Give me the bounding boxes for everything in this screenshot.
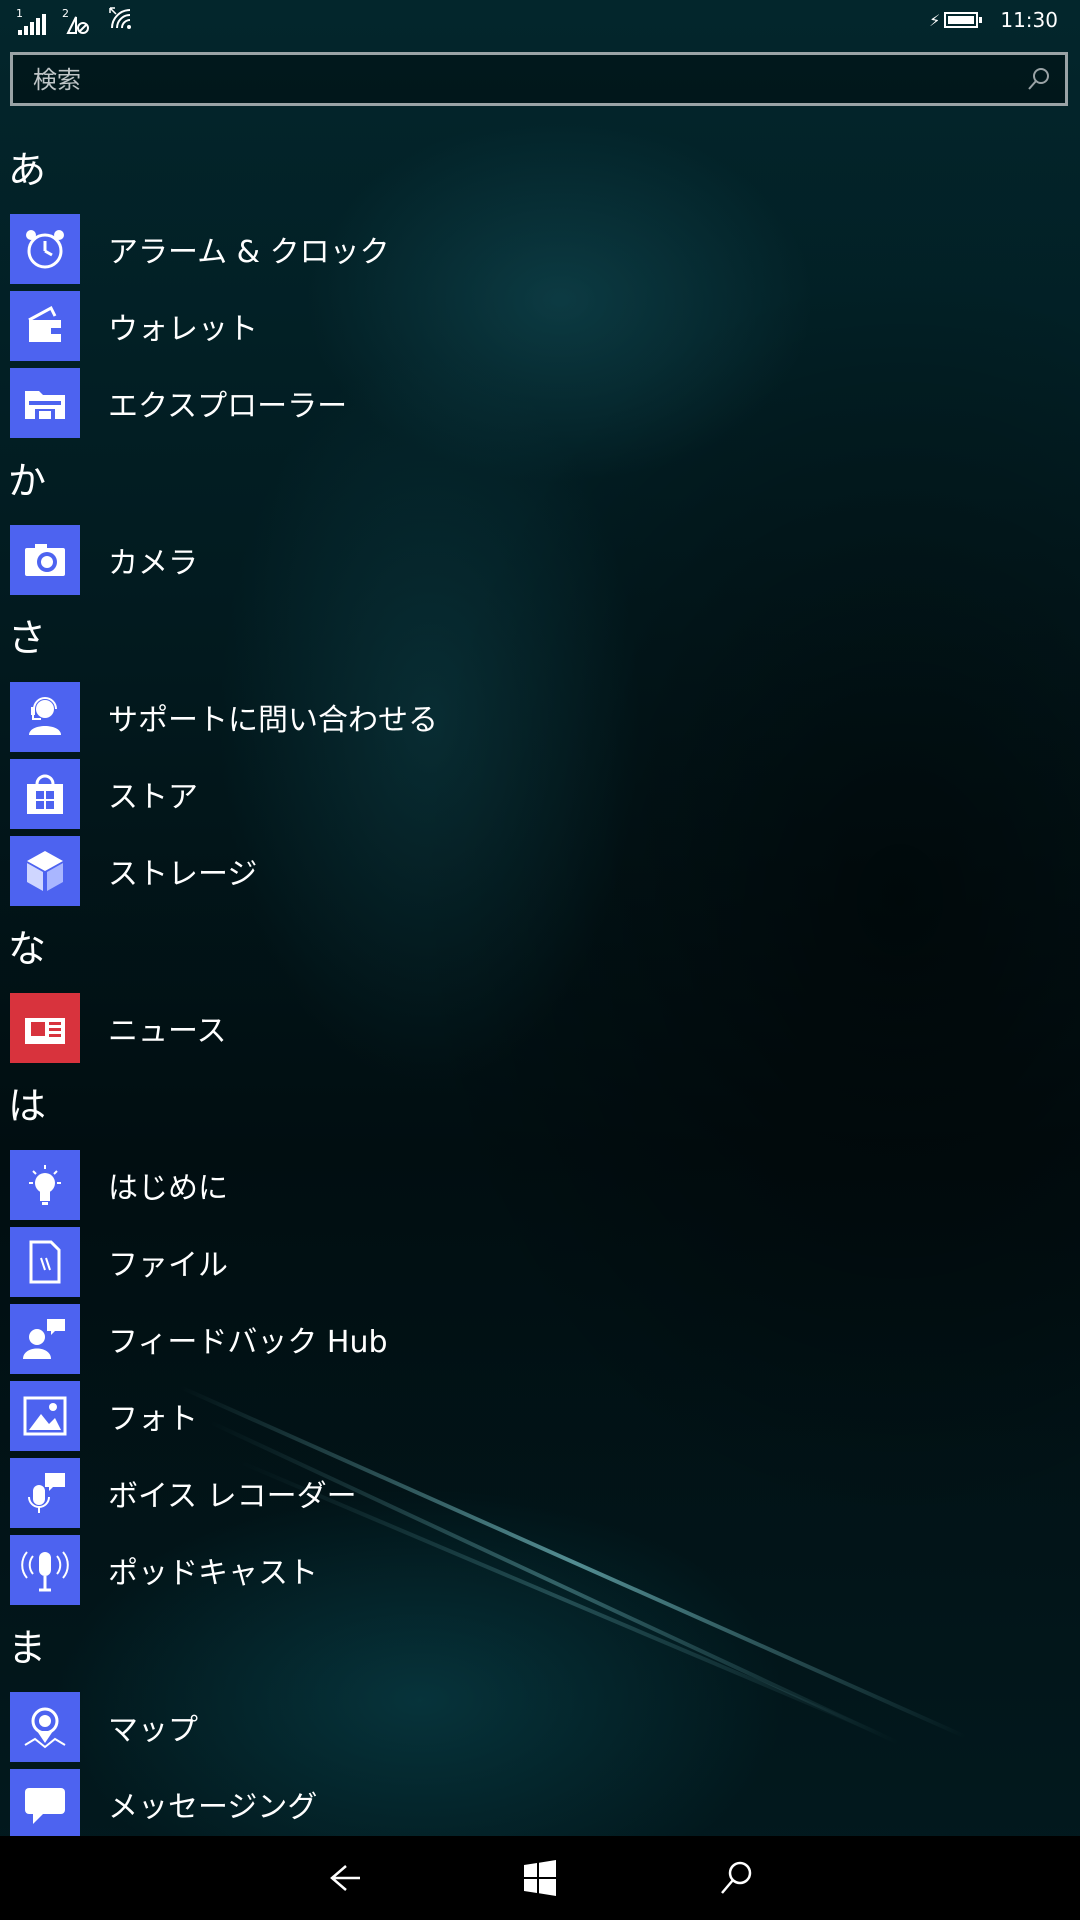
list-item-label: メッセージング (108, 1789, 318, 1825)
voice-recorder-icon (10, 1457, 80, 1528)
list-item-label: ストレージ (108, 856, 258, 892)
section-header-ka[interactable]: か (0, 441, 1080, 521)
search-box[interactable] (10, 52, 1068, 106)
battery-charging-icon: ⚡ (929, 11, 983, 30)
list-item-contact-support[interactable]: サポートに問い合わせる (0, 678, 1080, 755)
file-explorer-icon (10, 367, 80, 438)
store-bag-icon (10, 758, 80, 829)
list-item-maps[interactable]: マップ (0, 1688, 1080, 1765)
photos-icon (10, 1380, 80, 1451)
list-item-label: ストア (108, 779, 198, 815)
status-bar: 1 2 ⚡ 11:30 (0, 0, 1080, 44)
alarm-clock-icon (10, 213, 80, 284)
list-item-messaging[interactable]: メッセージング (0, 1765, 1080, 1842)
back-button[interactable] (320, 1854, 368, 1902)
start-button[interactable] (516, 1854, 564, 1902)
messaging-icon (10, 1768, 80, 1839)
list-item-label: ニュース (108, 1013, 227, 1049)
list-item-voice-recorder[interactable]: ボイス レコーダー (0, 1454, 1080, 1531)
list-item-label: ファイル (108, 1247, 228, 1283)
sim2-label: 2 (62, 7, 69, 20)
back-arrow-icon (330, 1865, 360, 1891)
search-button[interactable] (712, 1854, 760, 1902)
maps-pin-icon (10, 1691, 80, 1762)
list-item-wallet[interactable]: ウォレット (0, 287, 1080, 364)
navigation-bar (0, 1836, 1080, 1920)
list-item-store[interactable]: ストア (0, 755, 1080, 832)
list-item-label: エクスプローラー (108, 388, 348, 424)
list-item-files[interactable]: ファイル (0, 1223, 1080, 1300)
list-item-label: マップ (108, 1712, 198, 1748)
podcast-mic-icon (10, 1534, 80, 1605)
list-item-feedback-hub[interactable]: フィードバック Hub (0, 1300, 1080, 1377)
list-item-label: アラーム & クロック (108, 234, 390, 270)
list-item-label: フィードバック Hub (108, 1324, 388, 1360)
list-item-camera[interactable]: カメラ (0, 521, 1080, 598)
sim1-label: 1 (16, 7, 23, 20)
list-item-label: フォト (108, 1401, 198, 1437)
support-agent-icon (10, 681, 80, 752)
list-item-podcasts[interactable]: ポッドキャスト (0, 1531, 1080, 1608)
signal-sim2-no-service-icon: 2 (62, 7, 90, 35)
windows-logo-icon (524, 1860, 556, 1896)
list-item-storage[interactable]: ストレージ (0, 832, 1080, 909)
feedback-hub-icon (10, 1303, 80, 1374)
list-item-label: はじめに (108, 1170, 228, 1206)
list-item-photos[interactable]: フォト (0, 1377, 1080, 1454)
list-item-get-started[interactable]: はじめに (0, 1146, 1080, 1223)
list-item-news[interactable]: ニュース (0, 989, 1080, 1066)
list-item-label: ボイス レコーダー (108, 1478, 357, 1514)
section-header-na[interactable]: な (0, 909, 1080, 989)
section-header-ha[interactable]: は (0, 1066, 1080, 1146)
news-icon (10, 992, 80, 1063)
list-item-label: ポッドキャスト (108, 1555, 318, 1591)
list-item-label: ウォレット (108, 311, 258, 347)
clock: 11:30 (1000, 8, 1058, 32)
list-item-alarms-clock[interactable]: アラーム & クロック (0, 210, 1080, 287)
search-input[interactable] (31, 55, 995, 105)
wifi-icon (108, 6, 136, 35)
wallet-icon (10, 290, 80, 361)
signal-strength-sim1-icon: 1 (16, 7, 46, 35)
section-header-sa[interactable]: さ (0, 598, 1080, 678)
list-item-file-explorer[interactable]: エクスプローラー (0, 364, 1080, 441)
section-header-ma[interactable]: ま (0, 1608, 1080, 1688)
camera-icon (10, 524, 80, 595)
search-icon[interactable] (1027, 67, 1051, 91)
list-item-label: カメラ (108, 545, 198, 581)
section-header-a[interactable]: あ (0, 130, 1080, 210)
app-list[interactable]: あ アラーム & クロック ウォレット エクスプローラー か カメラ さ サポー… (0, 130, 1080, 1842)
storage-cube-icon (10, 835, 80, 906)
list-item-label: サポートに問い合わせる (108, 702, 438, 738)
file-icon (10, 1226, 80, 1297)
lightbulb-icon (10, 1149, 80, 1220)
search-icon (721, 1861, 752, 1894)
